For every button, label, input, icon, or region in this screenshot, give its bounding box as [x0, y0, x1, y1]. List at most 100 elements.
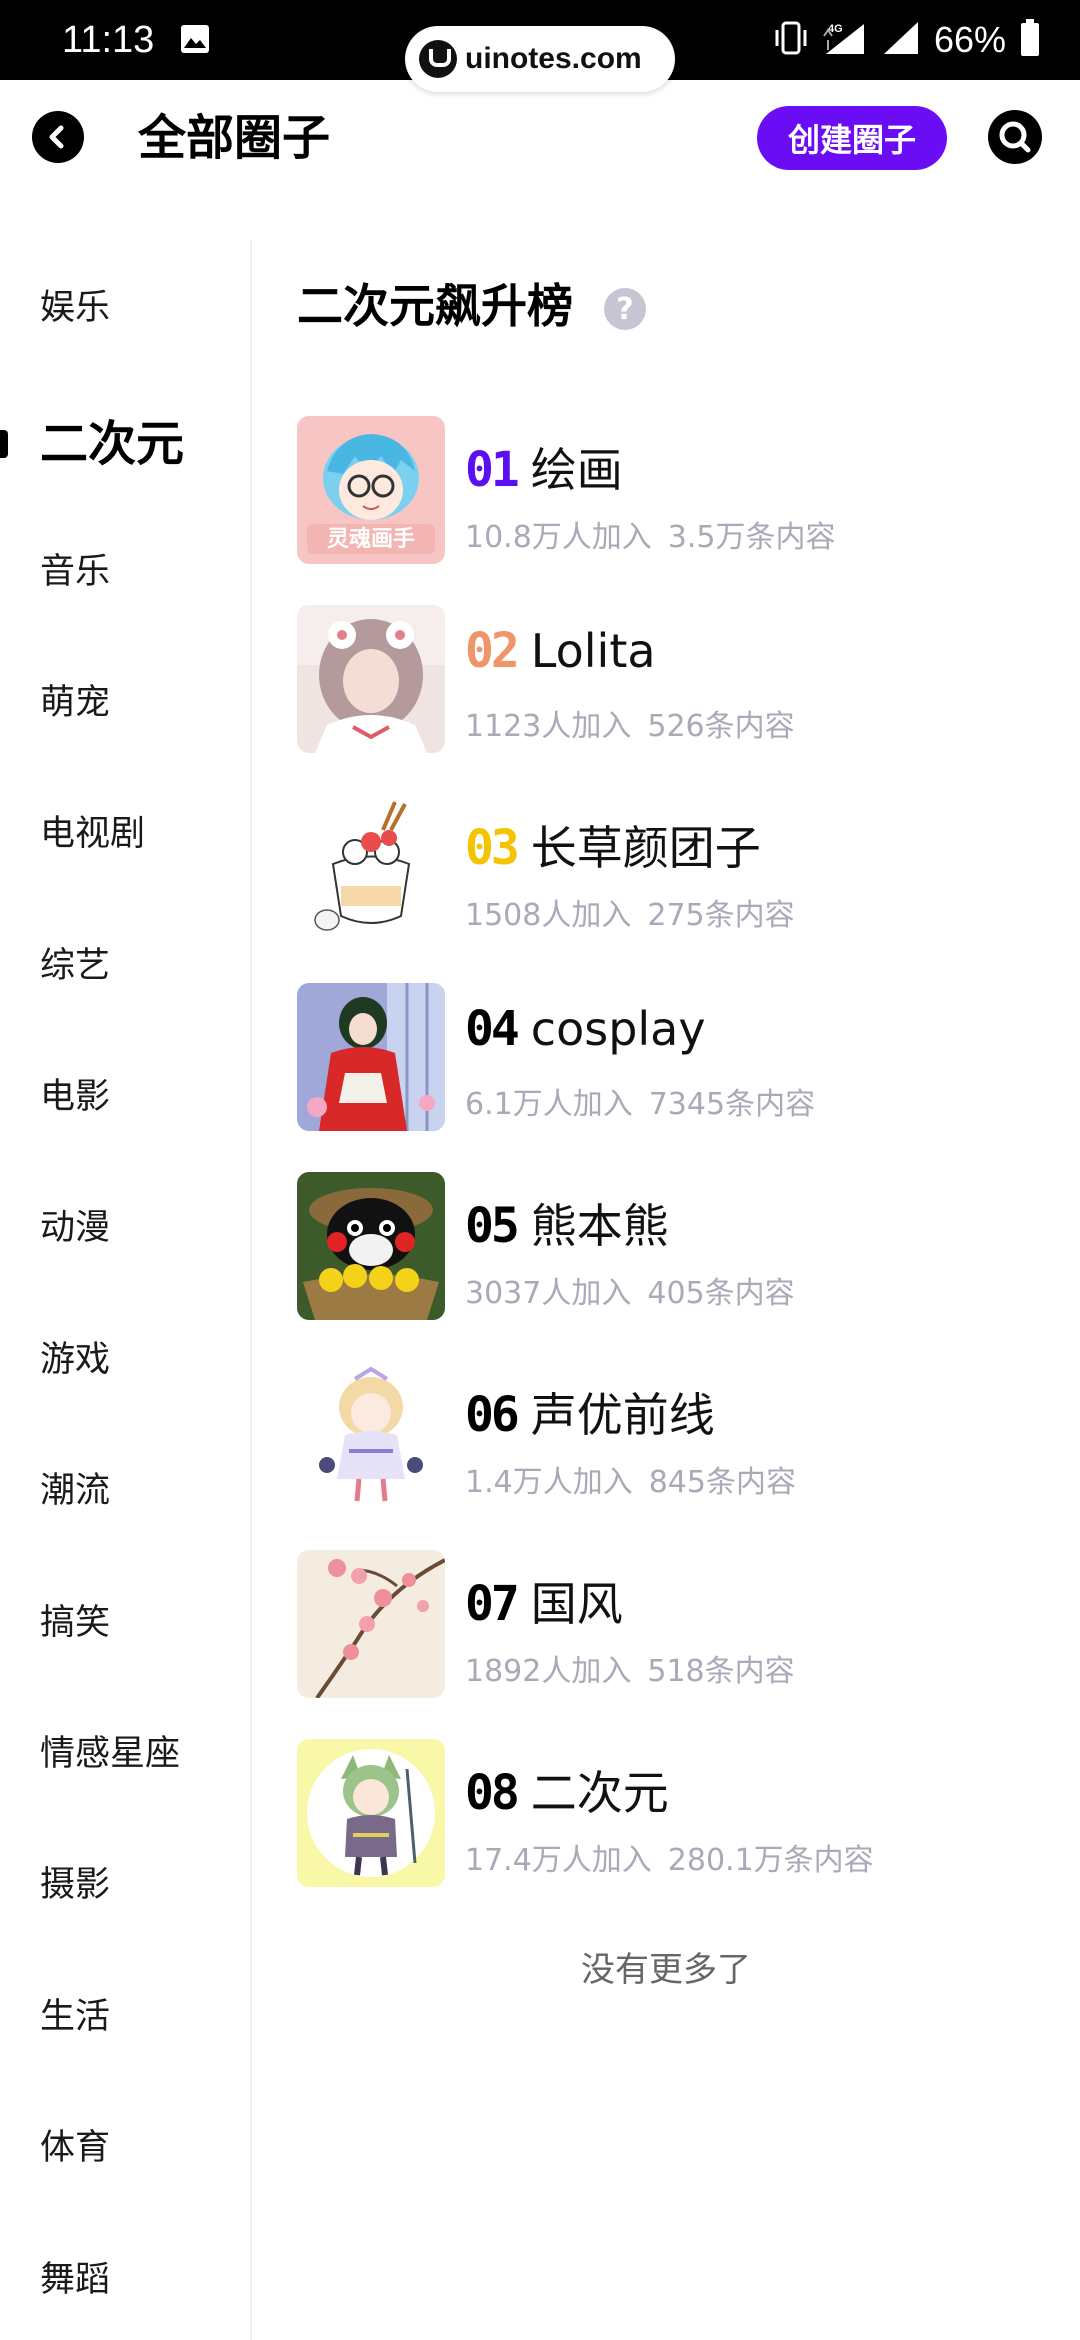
post-count: 7345条内容: [648, 1087, 816, 1122]
sidebar-item-movies[interactable]: 电影: [40, 1075, 110, 1119]
uinotes-logo-icon: [419, 40, 457, 78]
member-count: 3037人加入: [465, 1276, 632, 1311]
circle-thumbnail: 灵魂画手: [297, 416, 445, 564]
sidebar-item-funny[interactable]: 搞笑: [40, 1601, 110, 1645]
circle-name: 绘画: [530, 443, 623, 497]
rank-number: 07: [465, 1576, 520, 1632]
thumbnail-label: 灵魂画手: [327, 526, 415, 552]
rank-number: 08: [465, 1765, 520, 1821]
create-circle-button[interactable]: 创建圈子: [757, 106, 947, 170]
active-category-marker: [0, 430, 8, 458]
circle-stats: 6.1万人加入 7345条内容: [465, 1079, 815, 1123]
rank-number: 03: [465, 820, 520, 876]
rank-number: 02: [465, 623, 520, 679]
post-count: 845条内容: [648, 1465, 796, 1500]
sidebar-item-games[interactable]: 游戏: [40, 1338, 110, 1382]
circle-list-item[interactable]: 07 国风 1892人加入 518条内容: [297, 1550, 1057, 1700]
rank-number: 04: [465, 1001, 520, 1057]
rank-line: 04 cosplay: [465, 1001, 706, 1061]
member-count: 1123人加入: [465, 709, 632, 744]
sidebar-item-anime-active[interactable]: 二次元: [40, 414, 184, 474]
circle-thumbnail: [297, 1550, 445, 1698]
rank-number: 05: [465, 1198, 520, 1254]
member-count: 17.4万人加入: [465, 1843, 652, 1878]
status-icons: 4G 66%: [774, 16, 1040, 64]
status-time: 11:13: [62, 19, 155, 61]
search-icon: [999, 121, 1031, 153]
back-arrow-icon: [49, 125, 64, 149]
sidebar-item-tv-series[interactable]: 电视剧: [40, 812, 145, 856]
section-title: 二次元飙升榜: [297, 279, 573, 333]
sidebar-item-emotion-astrology[interactable]: 情感星座: [40, 1732, 180, 1776]
circle-thumbnail: [297, 983, 445, 1131]
sidebar-item-variety[interactable]: 综艺: [40, 944, 110, 988]
rank-number: 01: [465, 442, 520, 498]
search-button[interactable]: [988, 110, 1042, 164]
circle-stats: 1123人加入 526条内容: [465, 701, 795, 745]
post-count: 526条内容: [647, 709, 795, 744]
circle-name: 熊本熊: [530, 1199, 669, 1253]
sidebar-item-life[interactable]: 生活: [40, 1995, 110, 2039]
circle-thumbnail: [297, 1361, 445, 1509]
circle-name: 国风: [530, 1577, 623, 1631]
ranking-panel: 二次元飙升榜 ? 灵魂画手 01 绘画 10.8万人加入 3.5万条内容 02 …: [252, 240, 1080, 2340]
rank-number: 06: [465, 1387, 520, 1443]
sidebar-item-music[interactable]: 音乐: [40, 550, 110, 594]
circle-list-item[interactable]: 06 声优前线 1.4万人加入 845条内容: [297, 1361, 1057, 1511]
circle-name: 长草颜团子: [530, 821, 761, 875]
battery-icon: [1020, 19, 1040, 61]
rank-line: 08 二次元: [465, 1757, 669, 1821]
circle-stats: 3037人加入 405条内容: [465, 1268, 795, 1312]
category-sidebar: 娱乐 二次元 音乐 萌宠 电视剧 综艺 电影 动漫 游戏 潮流 搞笑 情感星座 …: [0, 240, 252, 2340]
circle-list-item[interactable]: 05 熊本熊 3037人加入 405条内容: [297, 1172, 1057, 1322]
sidebar-item-trends[interactable]: 潮流: [40, 1469, 110, 1513]
signal-icon: [882, 20, 920, 60]
post-count: 275条内容: [647, 898, 795, 933]
circle-list-item[interactable]: 08 二次元 17.4万人加入 280.1万条内容: [297, 1739, 1057, 1889]
circle-list-item[interactable]: 04 cosplay 6.1万人加入 7345条内容: [297, 983, 1057, 1133]
no-more-footer: 没有更多了: [581, 1950, 751, 1990]
circle-thumbnail: [297, 605, 445, 753]
sidebar-item-photography[interactable]: 摄影: [40, 1863, 110, 1907]
circle-stats: 1.4万人加入 845条内容: [465, 1457, 796, 1501]
circle-list-item[interactable]: 03 长草颜团子 1508人加入 275条内容: [297, 794, 1057, 944]
sidebar-item-dance[interactable]: 舞蹈: [40, 2258, 110, 2302]
vibrate-icon: [774, 20, 808, 60]
sidebar-item-entertainment[interactable]: 娱乐: [40, 286, 110, 330]
post-count: 405条内容: [647, 1276, 795, 1311]
circle-name: Lolita: [530, 624, 656, 678]
rank-line: 01 绘画: [465, 434, 623, 498]
watermark-text: uinotes.com: [465, 42, 642, 75]
circle-name: cosplay: [530, 1002, 706, 1056]
battery-percent: 66%: [933, 19, 1006, 60]
circle-name: 声优前线: [530, 1388, 715, 1442]
sidebar-item-comics[interactable]: 动漫: [40, 1206, 110, 1250]
circle-stats: 1508人加入 275条内容: [465, 890, 795, 934]
circle-thumbnail: [297, 794, 445, 942]
circle-list-item[interactable]: 灵魂画手 01 绘画 10.8万人加入 3.5万条内容: [297, 416, 1057, 566]
circle-thumbnail: [297, 1739, 445, 1887]
member-count: 10.8万人加入: [465, 520, 652, 555]
circle-stats: 17.4万人加入 280.1万条内容: [465, 1835, 874, 1879]
post-count: 280.1万条内容: [667, 1843, 874, 1878]
post-count: 518条内容: [647, 1654, 795, 1689]
rank-line: 05 熊本熊: [465, 1190, 669, 1254]
sidebar-item-sports[interactable]: 体育: [40, 2126, 110, 2170]
rank-line: 03 长草颜团子: [465, 812, 761, 876]
signal-4g-icon: 4G: [822, 20, 868, 60]
circle-name: 二次元: [530, 1766, 669, 1820]
help-icon[interactable]: ?: [604, 288, 646, 330]
member-count: 6.1万人加入: [465, 1087, 633, 1122]
back-button[interactable]: [32, 111, 84, 163]
sidebar-item-pets[interactable]: 萌宠: [40, 681, 110, 725]
rank-line: 02 Lolita: [465, 623, 656, 683]
circle-thumbnail: [297, 1172, 445, 1320]
member-count: 1508人加入: [465, 898, 632, 933]
circle-stats: 10.8万人加入 3.5万条内容: [465, 512, 836, 556]
rank-line: 07 国风: [465, 1568, 623, 1632]
circle-list-item[interactable]: 02 Lolita 1123人加入 526条内容: [297, 605, 1057, 755]
image-icon: [180, 24, 210, 54]
rank-line: 06 声优前线: [465, 1379, 715, 1443]
post-count: 3.5万条内容: [667, 520, 836, 555]
header: 全部圈子 创建圈子: [0, 80, 1080, 195]
